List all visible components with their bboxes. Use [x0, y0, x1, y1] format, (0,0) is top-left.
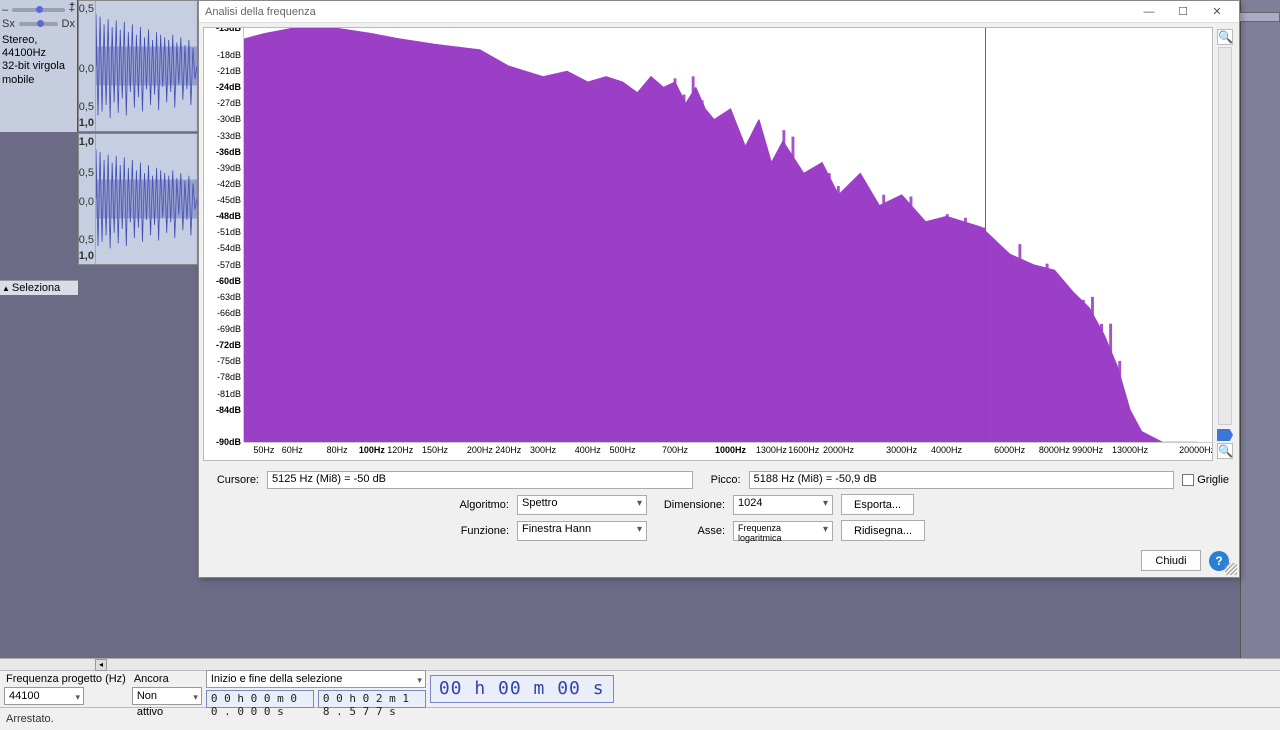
host-hscroll[interactable]: ◂	[0, 659, 1280, 671]
arrow-tag-icon	[1217, 429, 1233, 441]
selection-mode-combo[interactable]: Inizio e fine della selezione	[206, 670, 426, 688]
dialog-titlebar[interactable]: Analisi della frequenza — ☐ ✕	[199, 1, 1239, 23]
redraw-button[interactable]: Ridisegna...	[841, 520, 925, 541]
frequency-analysis-dialog: Analisi della frequenza — ☐ ✕ -13dB-18dB…	[198, 0, 1240, 578]
size-combo[interactable]: 1024	[733, 495, 833, 515]
size-label: Dimensione:	[655, 499, 725, 511]
axis-label: Asse:	[655, 525, 725, 537]
zoom-in-button[interactable]: 🔍	[1217, 29, 1233, 45]
plot-vscroll[interactable]	[1218, 47, 1232, 425]
function-combo[interactable]: Finestra Hann	[517, 521, 647, 541]
minimize-button[interactable]: —	[1133, 2, 1165, 22]
algorithm-label: Algoritmo:	[209, 499, 509, 511]
project-rate-label: Frequenza progetto (Hz)	[4, 673, 128, 685]
zoom-out-button[interactable]: 🔍	[1217, 443, 1233, 459]
close-window-button[interactable]: ✕	[1201, 2, 1233, 22]
maximize-button[interactable]: ☐	[1167, 2, 1199, 22]
host-bottom-bar: ◂ Frequenza progetto (Hz) 44100 Ancora N…	[0, 658, 1280, 730]
grids-checkbox[interactable]: Griglie	[1182, 474, 1229, 486]
project-rate-combo[interactable]: 44100	[4, 687, 84, 705]
track-controls: + – + Sx Dx Stereo, 44100Hz 32-bit virgo…	[0, 0, 78, 132]
peak-field[interactable]: 5188 Hz (Mi8) = -50,9 dB	[749, 471, 1175, 489]
track-select-button[interactable]: ▲ Seleziona	[0, 280, 78, 295]
peak-label: Picco:	[701, 474, 741, 486]
close-button[interactable]: Chiudi	[1141, 550, 1201, 571]
anchor-combo[interactable]: Non attivo	[132, 687, 202, 705]
spectrum-plot[interactable]: -13dB-18dB-21dB-24dB-27dB-30dB-33dB-36dB…	[203, 27, 1213, 461]
resize-grip[interactable]	[1225, 563, 1237, 575]
algorithm-combo[interactable]: Spettro	[517, 495, 647, 515]
export-button[interactable]: Esporta...	[841, 494, 914, 515]
cursor-field[interactable]: 5125 Hz (Mi8) = -50 dB	[267, 471, 693, 489]
status-bar: Arrestato.	[0, 707, 1280, 729]
cursor-label: Cursore:	[209, 474, 259, 486]
position-field[interactable]: 00 h 00 m 00 s	[430, 675, 614, 703]
selection-start-field[interactable]: 0 0 h 0 0 m 0 0 . 0 0 0 s	[206, 690, 314, 708]
axis-combo[interactable]: Frequenza logaritmica	[733, 521, 833, 541]
pan-slider[interactable]: Sx Dx	[2, 18, 75, 30]
waveform-right[interactable]: 1,0 0,5 0,0 -0,5 -1,0	[78, 133, 198, 265]
track-info: Stereo, 44100Hz 32-bit virgola mobile	[2, 34, 75, 87]
host-right-strip	[1240, 0, 1280, 658]
selection-end-field[interactable]: 0 0 h 0 2 m 1 8 . 5 7 7 s	[318, 690, 426, 708]
waveform-left[interactable]: 0,5 0,0 -0,5 -1,0	[78, 0, 198, 132]
gain-slider[interactable]: – +	[2, 4, 75, 16]
function-label: Funzione:	[209, 525, 509, 537]
dialog-title: Analisi della frequenza	[205, 6, 316, 18]
track-tick: +	[69, 0, 75, 11]
anchor-label: Ancora	[132, 673, 202, 685]
cursor-line	[985, 28, 986, 442]
